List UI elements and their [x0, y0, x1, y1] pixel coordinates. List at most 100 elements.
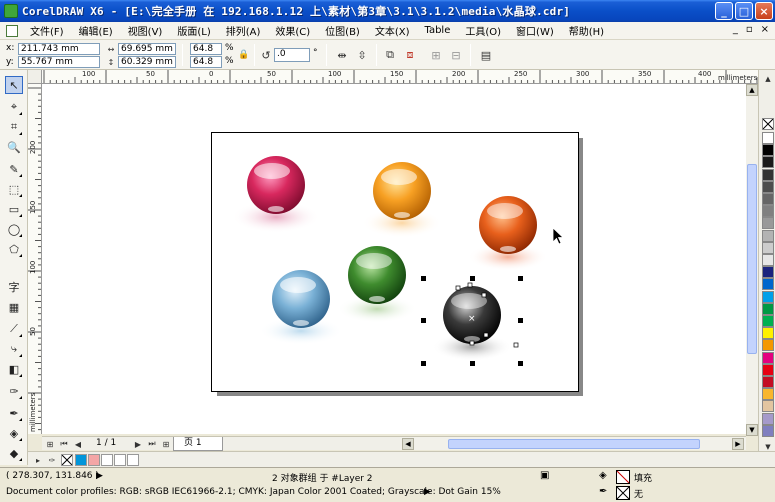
palette-swatch[interactable]	[762, 290, 774, 303]
document-palette-swatch[interactable]	[114, 454, 126, 466]
palette-swatch[interactable]	[762, 156, 774, 169]
group-icon[interactable]: ⧉	[382, 47, 398, 63]
align-distribute-icon[interactable]: ▤	[478, 47, 494, 63]
palette-swatch[interactable]	[762, 339, 774, 352]
palette-swatch[interactable]	[762, 193, 774, 205]
scale-width-input[interactable]: 64.8	[190, 43, 222, 55]
palette-swatch[interactable]	[762, 315, 774, 327]
text-tool-icon[interactable]: 字	[5, 278, 23, 296]
menu-help[interactable]: 帮助(H)	[563, 23, 613, 38]
pick-tool-icon[interactable]: ↖	[5, 76, 23, 94]
menu-layout[interactable]: 版面(L)	[171, 23, 219, 38]
lock-ratio-icon[interactable]: 🔒	[236, 47, 252, 63]
menu-table[interactable]: Table	[419, 25, 460, 36]
vertical-scrollbar[interactable]: ▲ ▼	[746, 84, 758, 436]
document-palette-swatch[interactable]	[88, 454, 100, 466]
doc-minimize-button[interactable]: _	[733, 24, 738, 35]
menu-file[interactable]: 文件(F)	[24, 23, 73, 38]
palette-swatch[interactable]	[762, 180, 774, 193]
combine-icon[interactable]: ⊞	[428, 47, 444, 63]
scroll-right-button[interactable]: ▶	[732, 438, 744, 450]
palette-swatch[interactable]	[762, 327, 774, 340]
snap-icon[interactable]: ▣	[540, 470, 549, 481]
palette-swatch[interactable]	[762, 229, 774, 242]
horizontal-scroll-thumb[interactable]	[448, 439, 700, 449]
add-page-after-icon[interactable]: ⊞	[160, 438, 172, 450]
palette-swatch[interactable]	[762, 217, 774, 230]
zoom-tool-icon[interactable]: 🔍	[5, 138, 23, 156]
palette-swatch[interactable]	[762, 132, 774, 144]
crop-tool-icon[interactable]: ⌗	[5, 118, 23, 136]
palette-swatch[interactable]	[762, 266, 774, 279]
palette-swatch[interactable]	[762, 302, 774, 315]
palette-swatch[interactable]	[762, 424, 774, 437]
palette-scroll-up-icon[interactable]: ▲	[762, 74, 774, 84]
first-page-icon[interactable]: ⏮	[58, 438, 70, 450]
palette-swatch[interactable]	[762, 254, 774, 266]
eyedropper-icon[interactable]: ✑	[46, 454, 58, 466]
palette-swatch[interactable]	[762, 376, 774, 388]
palette-swatch[interactable]	[762, 388, 774, 401]
outline-none-indicator[interactable]	[616, 486, 630, 500]
no-color-swatch[interactable]	[762, 118, 774, 130]
mirror-vertical-icon[interactable]: ⇳	[354, 47, 370, 63]
fill-none-indicator[interactable]	[616, 470, 630, 484]
next-page-icon[interactable]: ▶	[132, 438, 144, 450]
doc-close-button[interactable]: ×	[761, 24, 769, 35]
palette-swatch[interactable]	[762, 412, 774, 425]
ellipse-tool-icon[interactable]: ◯	[5, 220, 23, 238]
break-apart-icon[interactable]: ⊟	[448, 47, 464, 63]
palette-swatch[interactable]	[762, 241, 774, 254]
menu-effects[interactable]: 效果(C)	[269, 23, 319, 38]
fill-tool-icon[interactable]: ◈	[5, 424, 23, 442]
close-button[interactable]: ×	[755, 2, 773, 20]
scale-height-input[interactable]: 64.8	[190, 56, 222, 68]
palette-swatch[interactable]	[762, 400, 774, 413]
scroll-up-button[interactable]: ▲	[746, 84, 758, 96]
freehand-tool-icon[interactable]: ✎	[5, 160, 23, 178]
menu-text[interactable]: 文本(X)	[369, 23, 419, 38]
ungroup-icon[interactable]: ⧈	[402, 47, 418, 63]
polygon-tool-icon[interactable]: ⬠	[5, 240, 23, 258]
smart-fill-tool-icon[interactable]: ⬚	[5, 180, 23, 198]
outline-pen-tool-icon[interactable]: ✒	[5, 404, 23, 422]
document-palette-swatch[interactable]	[101, 454, 113, 466]
y-position-input[interactable]: 55.767 mm	[18, 56, 100, 68]
color-profile-expand-arrow[interactable]: ▶	[424, 487, 431, 497]
document-icon[interactable]	[6, 24, 18, 37]
coreldraw-app-icon[interactable]	[4, 4, 18, 18]
vertical-scroll-thumb[interactable]	[747, 164, 757, 354]
interactive-fill-tool-icon[interactable]: ◆	[5, 444, 23, 462]
document-palette-menu-icon[interactable]: ▸	[32, 454, 44, 466]
page-tab-1[interactable]: 页 1	[173, 437, 223, 451]
height-input[interactable]: 60.329 mm	[118, 56, 176, 68]
shape-tool-icon[interactable]: ⌖	[5, 98, 23, 116]
width-input[interactable]: 69.695 mm	[118, 43, 176, 55]
palette-swatch[interactable]	[762, 205, 774, 218]
table-tool-icon[interactable]: ▦	[5, 298, 23, 316]
maximize-button[interactable]: □	[735, 2, 753, 20]
horizontal-ruler[interactable]: 100 50 0 50 100 150 200 250 300 350 400 …	[42, 70, 758, 84]
ruler-origin[interactable]	[28, 70, 42, 84]
connector-tool-icon[interactable]: ⤷	[5, 340, 23, 358]
dimension-tool-icon[interactable]: ⟋	[5, 320, 23, 338]
no-color-swatch[interactable]	[61, 454, 73, 466]
document-palette-swatch[interactable]	[75, 454, 87, 466]
scroll-down-button[interactable]: ▼	[746, 424, 758, 436]
menu-bitmaps[interactable]: 位图(B)	[319, 23, 369, 38]
horizontal-scrollbar[interactable]: ◀ ▶	[400, 436, 746, 450]
scroll-left-button[interactable]: ◀	[402, 438, 414, 450]
eyedropper-tool-icon[interactable]: ✑	[5, 382, 23, 400]
rotation-input[interactable]: .0	[274, 48, 310, 62]
x-position-input[interactable]: 211.743 mm	[18, 43, 100, 55]
palette-swatch[interactable]	[762, 144, 774, 157]
palette-swatch[interactable]	[762, 363, 774, 376]
minimize-button[interactable]: _	[715, 2, 733, 20]
doc-restore-button[interactable]: ▫	[746, 24, 753, 35]
menu-window[interactable]: 窗口(W)	[510, 23, 563, 38]
drawing-canvas[interactable]: ×	[42, 84, 746, 434]
menu-view[interactable]: 视图(V)	[122, 23, 172, 38]
blend-tool-icon[interactable]: ◧	[5, 360, 23, 378]
last-page-icon[interactable]: ⏭	[146, 438, 158, 450]
drawing-page[interactable]: ×	[211, 132, 579, 392]
